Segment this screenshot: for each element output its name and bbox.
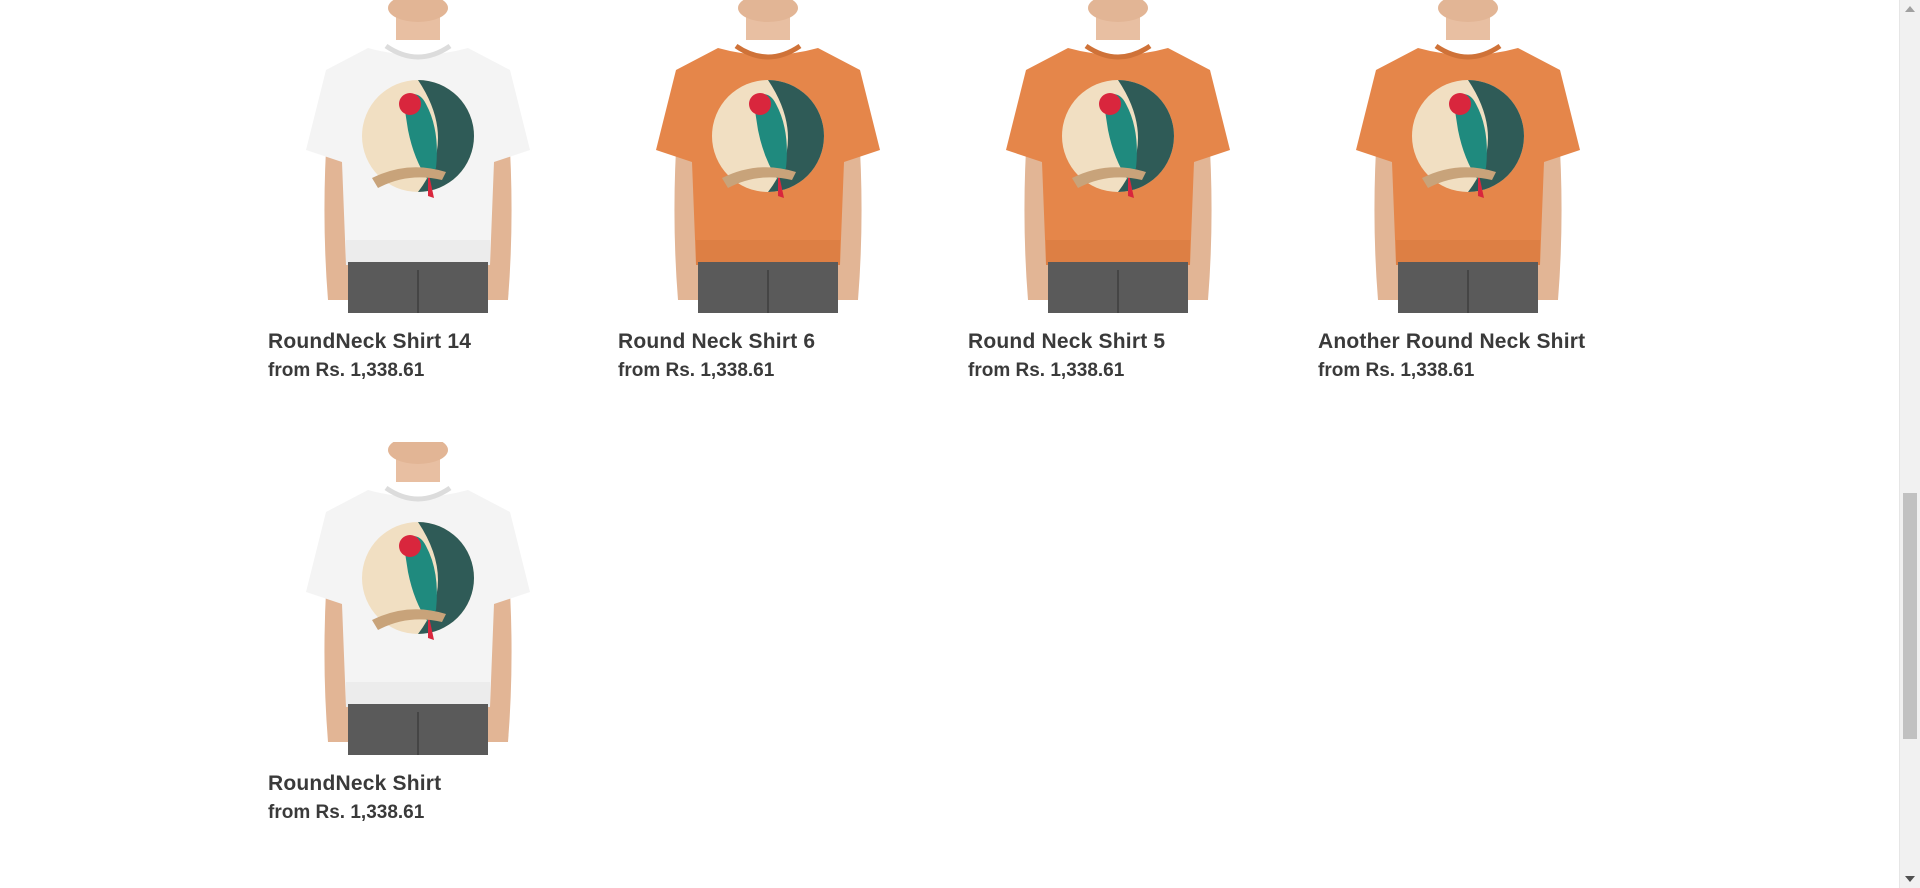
collection-page: RoundNeck Shirt 14 from Rs. 1,338.61 Rou… xyxy=(0,0,1920,888)
scrollbar-thumb[interactable] xyxy=(1903,493,1917,739)
product-card[interactable]: Round Neck Shirt 5 from Rs. 1,338.61 xyxy=(968,0,1268,381)
tshirt-parrot-image xyxy=(656,0,880,313)
product-title[interactable]: Round Neck Shirt 5 xyxy=(968,330,1165,354)
page-scrollbar[interactable] xyxy=(1899,0,1920,888)
product-image[interactable] xyxy=(268,0,568,313)
product-title[interactable]: RoundNeck Shirt xyxy=(268,772,441,796)
product-image[interactable] xyxy=(268,442,568,755)
product-image[interactable] xyxy=(1318,0,1618,313)
product-title[interactable]: RoundNeck Shirt 14 xyxy=(268,330,471,354)
product-price: from Rs. 1,338.61 xyxy=(268,360,425,381)
product-price: from Rs. 1,338.61 xyxy=(1318,360,1475,381)
product-image[interactable] xyxy=(968,0,1268,313)
product-price: from Rs. 1,338.61 xyxy=(968,360,1125,381)
product-price: from Rs. 1,338.61 xyxy=(618,360,775,381)
product-card[interactable]: Another Round Neck Shirt from Rs. 1,338.… xyxy=(1318,0,1618,381)
product-title[interactable]: Another Round Neck Shirt xyxy=(1318,330,1585,354)
scroll-up-arrow-icon[interactable] xyxy=(1905,6,1915,12)
product-card[interactable]: RoundNeck Shirt 14 from Rs. 1,338.61 xyxy=(268,0,568,381)
product-image[interactable] xyxy=(618,0,918,313)
scroll-down-arrow-icon[interactable] xyxy=(1905,876,1915,882)
product-card[interactable]: Round Neck Shirt 6 from Rs. 1,338.61 xyxy=(618,0,918,381)
tshirt-parrot-image xyxy=(306,442,530,755)
tshirt-parrot-image xyxy=(1006,0,1230,313)
tshirt-parrot-image xyxy=(306,0,530,313)
product-price: from Rs. 1,338.61 xyxy=(268,802,425,823)
product-card[interactable]: RoundNeck Shirt from Rs. 1,338.61 xyxy=(268,442,568,823)
tshirt-parrot-image xyxy=(1356,0,1580,313)
product-title[interactable]: Round Neck Shirt 6 xyxy=(618,330,815,354)
